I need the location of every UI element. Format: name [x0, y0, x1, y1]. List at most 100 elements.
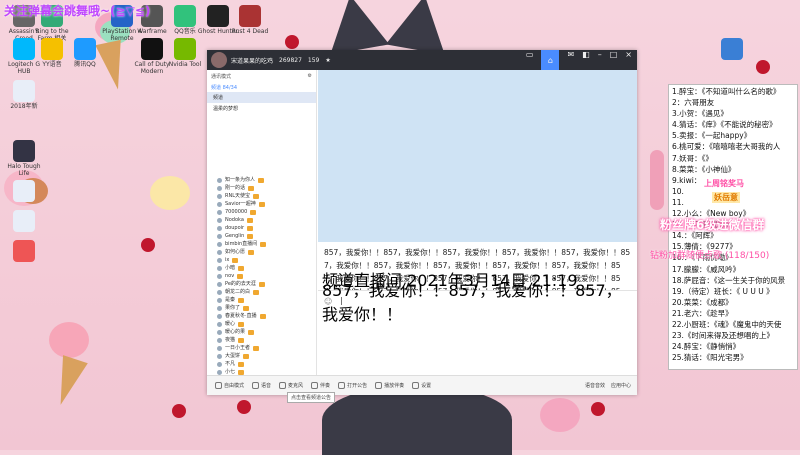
mic-status-icon — [217, 233, 222, 239]
member-name: 如何心愿 — [225, 249, 246, 255]
member-name: 大蛋饼 — [225, 353, 241, 359]
member-row[interactable]: nov — [207, 272, 316, 280]
member-row[interactable]: 朝龙二的白 — [207, 288, 316, 296]
app-center-button[interactable]: 应用中心 — [611, 382, 631, 389]
member-row[interactable]: 果你了 — [207, 304, 316, 312]
song-item: 4.猜话：《痒》《不能说的秘密》 — [672, 120, 777, 130]
member-badge-icon — [247, 233, 254, 239]
desktop-icon-app[interactable] — [2, 240, 46, 262]
desktop-icon-app[interactable] — [710, 38, 754, 60]
settings-button[interactable]: 设置 — [412, 382, 431, 389]
emoji-icon[interactable]: ☺ — [324, 297, 332, 306]
member-row[interactable]: bimbin直播间 — [207, 240, 316, 248]
close-icon[interactable]: × — [625, 50, 632, 70]
member-name: 7000000 — [225, 209, 248, 215]
member-badge-icon — [258, 201, 265, 207]
channel-item[interactable]: 频道 — [207, 92, 316, 103]
member-row[interactable]: 暖心 — [207, 320, 316, 328]
channel-item[interactable]: 温柔的梦想 — [207, 103, 316, 114]
channel-avatar[interactable] — [211, 52, 227, 68]
desktop-icon-file-2018[interactable]: 2018年新 — [2, 80, 46, 110]
member-name: Pe的的去天涯 — [225, 281, 256, 287]
star-icon[interactable]: ★ — [325, 57, 330, 64]
mic-status-icon — [217, 249, 222, 255]
free-mode-button[interactable]: 自由模式 — [215, 382, 244, 389]
member-row[interactable]: 春夏秋冬·直播 — [207, 312, 316, 320]
member-row[interactable]: Nodoka — [207, 216, 316, 224]
sticker-badge: 妖岳意 — [712, 192, 740, 203]
mic-status-icon — [217, 345, 222, 351]
home-icon[interactable]: ⌂ — [541, 50, 560, 70]
window-icon[interactable]: ▭ — [526, 50, 534, 70]
member-badge-icon — [238, 361, 245, 367]
member-row[interactable]: 大蛋饼 — [207, 352, 316, 360]
mode-gear-icon[interactable]: ⚙ — [308, 73, 312, 80]
mode-label[interactable]: 通讯模式 — [211, 73, 231, 80]
game-icon[interactable]: ◧ — [582, 50, 590, 70]
member-badge-icon — [253, 289, 260, 295]
song-item: 25.猜话：《阳光宅男》 — [672, 353, 748, 363]
mic-status-icon — [217, 313, 222, 319]
member-badge-icon — [238, 369, 245, 375]
mic-status-icon — [217, 201, 222, 207]
mic-status-icon — [217, 297, 222, 303]
desktop-icon-file[interactable] — [2, 180, 46, 202]
member-row[interactable]: 是秦 — [207, 296, 316, 304]
member-row[interactable]: 暖心的果 — [207, 328, 316, 336]
mic-status-icon — [217, 265, 222, 271]
voice-effect-button[interactable]: 语音音效 — [585, 382, 605, 389]
member-row[interactable]: Pe的的去天涯 — [207, 280, 316, 288]
member-row[interactable]: RNL天使宝 — [207, 192, 316, 200]
member-badge-icon — [259, 313, 266, 319]
member-badge-icon — [238, 265, 245, 271]
member-row[interactable]: 知一条为你人 — [207, 176, 316, 184]
chat-input[interactable]: | — [340, 296, 343, 305]
member-badge-icon — [246, 217, 253, 223]
member-name: bimbin直播间 — [225, 241, 258, 247]
song-item: 3.小贺：《遇见》 — [672, 109, 728, 119]
member-row[interactable]: Savior一超神 — [207, 200, 316, 208]
song-item: 6.桃可爱：《嘻嘻嘻老大哥我的人 — [672, 142, 781, 152]
song-item: 5.卖报：《一起happy》 — [672, 131, 752, 141]
mic-status-icon — [217, 185, 222, 191]
member-badge-icon — [247, 225, 254, 231]
member-row[interactable]: 不凡 — [207, 360, 316, 368]
member-row[interactable]: 7000000 — [207, 208, 316, 216]
member-name: 暖心的果 — [225, 329, 246, 335]
desktop-icon-file[interactable] — [2, 210, 46, 232]
member-row[interactable]: 如何心愿 — [207, 248, 316, 256]
mic-status-icon — [217, 273, 222, 279]
announcement-button[interactable]: 打开公告 — [338, 382, 367, 389]
member-row[interactable]: Genglin — [207, 232, 316, 240]
member-row[interactable]: doupoir — [207, 224, 316, 232]
maximize-icon[interactable]: □ — [610, 50, 618, 70]
voice-app-window: 宋道果果的吃鸡 269827 159 ★ ▭ ⌂ ✉ ◧ – □ × 通讯模式 … — [207, 50, 637, 395]
message-icon[interactable]: ✉ — [567, 50, 574, 70]
member-row[interactable]: 小暗 — [207, 264, 316, 272]
mode-row: 通讯模式 ⚙ — [207, 70, 316, 83]
sticker-badge: 上周铭奖马 — [702, 178, 746, 189]
fan-sub-banner: 钻粉加群随便点歌 (118/150) — [650, 251, 770, 261]
desktop-icon-rust[interactable]: Rust 4 Dead — [228, 5, 272, 35]
member-name: 不凡 — [225, 361, 236, 367]
mic-status-icon — [217, 177, 222, 183]
member-row[interactable]: 一日小王者 — [207, 344, 316, 352]
member-badge-icon — [248, 329, 255, 335]
member-row[interactable]: 夜猫 — [207, 336, 316, 344]
accompaniment-button[interactable]: 伴奏 — [311, 382, 330, 389]
mic-status-icon — [217, 353, 222, 359]
member-row[interactable]: ix — [207, 256, 316, 264]
member-badge-icon — [232, 257, 239, 263]
desktop-icon-nvidia[interactable]: Nvidia Tool — [163, 38, 207, 68]
member-name: 暖心 — [225, 321, 236, 327]
song-item: 17.朦朦：《威风吟》 — [672, 264, 741, 274]
minimize-icon[interactable]: – — [598, 50, 602, 70]
member-badge-icon — [258, 281, 265, 287]
member-row[interactable]: 刚一的话 — [207, 184, 316, 192]
voice-button[interactable]: 语音 — [252, 382, 271, 389]
desktop-icon-qq[interactable]: 腾讯QQ — [63, 38, 107, 68]
mic-button[interactable]: 麦克风 — [279, 382, 303, 389]
desktop-icon-halo[interactable]: Halo Tough Life — [2, 140, 46, 177]
mic-status-icon — [217, 281, 222, 287]
play-accompaniment-button[interactable]: 播放伴奏 — [375, 382, 404, 389]
